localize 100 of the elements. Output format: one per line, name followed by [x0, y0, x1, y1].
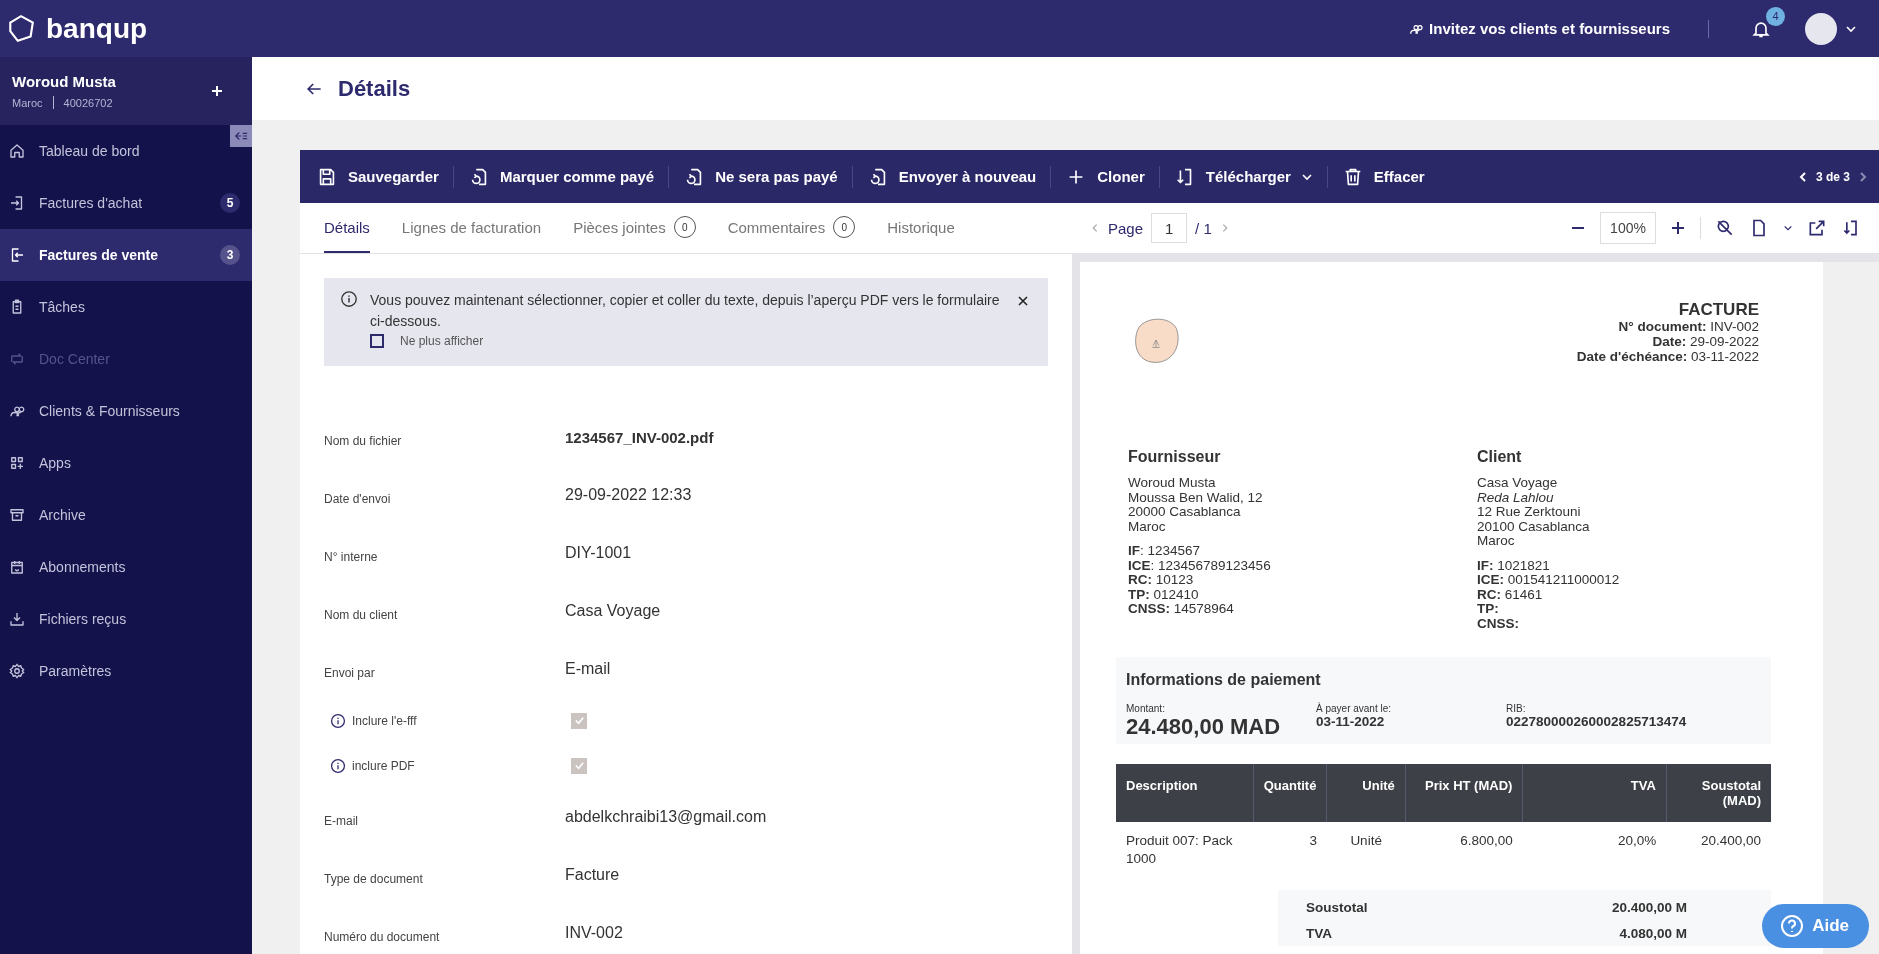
- invite-link[interactable]: Invitez vos clients et fournisseurs: [1408, 20, 1670, 37]
- chevron-down-icon[interactable]: [1783, 223, 1793, 233]
- payment-heading: Informations de paiement: [1126, 671, 1322, 689]
- tab[interactable]: Commentaires 0: [727, 203, 856, 253]
- calendar-icon: [8, 558, 26, 576]
- total-value: 20.400,00 M: [1611, 899, 1687, 915]
- invoice-title: FACTURE: [1677, 302, 1759, 317]
- field-value: INV-002: [565, 924, 623, 942]
- column-header: TVA: [1522, 764, 1667, 822]
- sidebar-item[interactable]: Factures d'achat 5: [0, 177, 252, 229]
- address-line: Woroud Musta: [1128, 476, 1217, 491]
- toolbar-button[interactable]: Ne sera pas payé: [683, 165, 838, 188]
- sidebar-item[interactable]: Clients & Fournisseurs: [0, 385, 252, 437]
- plus-icon[interactable]: [210, 84, 224, 98]
- toolbar-button[interactable]: Cloner: [1065, 165, 1145, 188]
- total-label: TVA: [1306, 925, 1332, 941]
- account-menu-button[interactable]: [1805, 12, 1857, 45]
- record-pager: 3 de 3: [1815, 169, 1850, 184]
- toolbar-button[interactable]: Télécharger: [1173, 165, 1313, 188]
- sidebar-item[interactable]: Factures de vente 3: [0, 229, 252, 281]
- registration-line: IF: 1021821: [1477, 558, 1551, 573]
- sidebar-item[interactable]: Archive: [0, 489, 252, 541]
- column-header: Description: [1116, 764, 1254, 822]
- sidebar-item[interactable]: Tableau de bord: [0, 125, 252, 177]
- field-label: Inclure l'e-fff: [352, 713, 417, 728]
- apps-icon: [8, 454, 26, 472]
- account-name: Woroud Musta: [12, 73, 116, 90]
- toolbar-button[interactable]: Effacer: [1341, 165, 1425, 188]
- collapse-sidebar-button[interactable]: [230, 125, 252, 147]
- due-value: 03-11-2022: [1316, 714, 1386, 729]
- field-value: 29-09-2022 12:33: [565, 486, 692, 504]
- table-cell: 20,0%: [1522, 822, 1667, 878]
- field-label: N° interne: [324, 550, 378, 564]
- sidebar-item[interactable]: Tâches: [0, 281, 252, 333]
- count-badge: 3: [220, 245, 240, 265]
- field-label: inclure PDF: [352, 758, 415, 773]
- tab[interactable]: Lignes de facturation: [401, 203, 542, 253]
- page-number-field[interactable]: 1: [1151, 213, 1188, 243]
- page-label: Page: [1108, 219, 1144, 237]
- registration-line: TP: 012410: [1128, 587, 1200, 602]
- tab[interactable]: Pièces jointes 0: [573, 203, 696, 253]
- column-header: Unité: [1326, 764, 1406, 822]
- address-line: 20000 Casablanca: [1128, 505, 1242, 520]
- amount-value: 24.480,00 MAD: [1126, 714, 1282, 740]
- page-total: / 1: [1195, 219, 1212, 237]
- invoice-meta-line: Date d'échéance: 03-11-2022: [1576, 349, 1759, 364]
- registration-line: IF: 1234567: [1128, 544, 1202, 559]
- field-label: Envoi par: [324, 666, 375, 680]
- sidebar-item[interactable]: Abonnements: [0, 541, 252, 593]
- tab[interactable]: Détails: [324, 203, 370, 253]
- banner-text: Vous pouvez maintenant sélectionner, copier et coller du texte, depuis l’aperçu PDF vers le formulaire ci-dessous.: [370, 291, 1001, 331]
- notification-count: 4: [1766, 6, 1785, 26]
- field-label: E-mail: [324, 814, 358, 828]
- chevron-right-icon[interactable]: [1857, 170, 1869, 183]
- field-label: Numéro du document: [324, 930, 440, 944]
- registration-line: CNSS: 14578964: [1128, 602, 1235, 617]
- download-icon: [8, 610, 26, 628]
- party-heading: Client: [1477, 448, 1523, 466]
- zoom-field[interactable]: 100%: [1600, 212, 1656, 244]
- tab[interactable]: Historique: [887, 203, 955, 253]
- registration-line: RC: 61461: [1477, 587, 1544, 602]
- collapse-icon: [234, 129, 248, 143]
- zoom-in-icon[interactable]: [1670, 220, 1686, 236]
- field-value: 1234567_INV-002.pdf: [565, 428, 714, 446]
- toolbar-button[interactable]: Marquer comme payé: [467, 165, 655, 188]
- account-number: 40026702: [63, 96, 113, 109]
- table-cell: 3: [1253, 822, 1327, 878]
- checkmark-icon: [573, 760, 585, 771]
- field-value: Facture: [565, 866, 620, 884]
- invoice-meta-line: N° document: INV-002: [1617, 319, 1759, 334]
- sidebar-item[interactable]: Apps: [0, 437, 252, 489]
- due-label: À payer avant le:: [1316, 703, 1393, 714]
- page-title: Détails: [338, 75, 411, 102]
- question-icon: [1780, 914, 1805, 938]
- sidebar-item[interactable]: Paramètres: [0, 645, 252, 697]
- field-label: Date d'envoi: [324, 492, 391, 506]
- close-icon[interactable]: [1016, 294, 1030, 308]
- external-link-icon[interactable]: [1807, 218, 1827, 238]
- brand-name: banqup: [46, 12, 148, 45]
- search-off-icon[interactable]: [1715, 218, 1735, 238]
- field-value: E-mail: [565, 660, 611, 678]
- toolbar-button[interactable]: Envoyer à nouveau: [866, 165, 1037, 188]
- field-value: abdelkchraibi13@gmail.com: [565, 808, 767, 826]
- address-line: Moussa Ben Walid, 12: [1128, 490, 1264, 505]
- address-line: 12 Rue Zerktouni: [1477, 505, 1582, 520]
- amount-label: Montant:: [1126, 703, 1166, 714]
- registration-line: ICE: 001541211000012: [1477, 573, 1621, 588]
- sidebar-item[interactable]: Fichiers reçus: [0, 593, 252, 645]
- info-icon: [340, 290, 358, 308]
- checkbox[interactable]: [370, 334, 384, 348]
- field-label: Nom du fichier: [324, 434, 402, 448]
- table-cell: 20.400,00: [1666, 822, 1771, 878]
- registration-line: CNSS:: [1477, 616, 1520, 631]
- address-line: Maroc: [1128, 519, 1167, 534]
- rib-value: 022780000260002825713474: [1506, 714, 1687, 729]
- info-icon: [330, 757, 346, 774]
- toolbar-button[interactable]: Sauvegarder: [316, 165, 439, 188]
- notifications-button[interactable]: 4: [1747, 6, 1785, 43]
- rib-label: RIB:: [1506, 703, 1527, 714]
- checkmark-icon: [573, 715, 585, 726]
